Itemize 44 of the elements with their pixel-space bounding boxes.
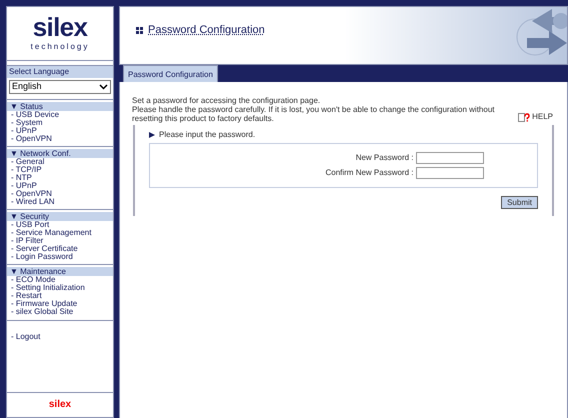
sidebar-link[interactable]: - Firmware Update [7,300,113,308]
sidebar-link[interactable]: - USB Device [7,111,113,119]
sidebar-link[interactable]: - Wired LAN [7,198,113,206]
sidebar-link[interactable]: - Login Password [7,253,113,261]
sidebar-link[interactable]: - UPnP [7,127,113,135]
help-icon [518,112,530,122]
product-brand: silex [48,399,72,410]
sidebar-link[interactable]: - OpenVPN [7,190,113,198]
triangle-bullet-icon [149,132,155,138]
section-header: ▼ Maintenance [7,267,113,276]
sidebar-link[interactable]: - System [7,119,113,127]
sidebar-link[interactable]: - General [7,158,113,166]
help-link[interactable]: HELP [532,111,553,123]
sidebar-link[interactable]: - USB Port [7,221,113,229]
section-header: ▼ Status [7,102,113,111]
section-header: ▼ Security [7,212,113,221]
sidebar-link[interactable]: - TCP/IP [7,166,113,174]
section-title: Please input the password. [159,129,256,141]
sidebar-link[interactable]: - Setting Initialization [7,284,113,292]
sidebar-link[interactable]: - ECO Mode [7,276,113,284]
sidebar-link[interactable]: - NTP [7,174,113,182]
sidebar-link[interactable]: - IP Filter [7,237,113,245]
field-label: New Password : [354,152,414,164]
sidebar-link[interactable]: - Service Management [7,229,113,237]
caret-icon [99,84,108,90]
title-bullet-icon [136,27,143,34]
intro-text: Set a password for accessing the configuration page. [132,96,322,105]
page-title: Password Configuration [148,23,265,38]
sidebar-link[interactable]: - UPnP [7,182,113,190]
field-label: Confirm New Password : [324,167,414,179]
intro-text: Please handle the password carefully. If it is lost, you won't be able to change the configuration without resetting this product to factory defaults. [132,105,496,123]
section-header: ▼ Network Conf. [7,149,113,158]
logout-link[interactable]: - Logout [7,331,113,343]
sidebar-link[interactable]: - Restart [7,292,113,300]
language-select[interactable]: English [9,80,111,94]
logo-tagline: technology [30,41,90,53]
password-field[interactable] [416,152,484,164]
password-field[interactable] [416,167,484,179]
sidebar-link[interactable]: - Server Certificate [7,245,113,253]
submit-button[interactable]: Submit [501,196,538,209]
language-label: Select Language [7,66,113,78]
sidebar-link[interactable]: - OpenVPN [7,135,113,143]
logo-text: silex [32,13,88,41]
sidebar-link[interactable]: - silex Global Site [7,308,113,316]
